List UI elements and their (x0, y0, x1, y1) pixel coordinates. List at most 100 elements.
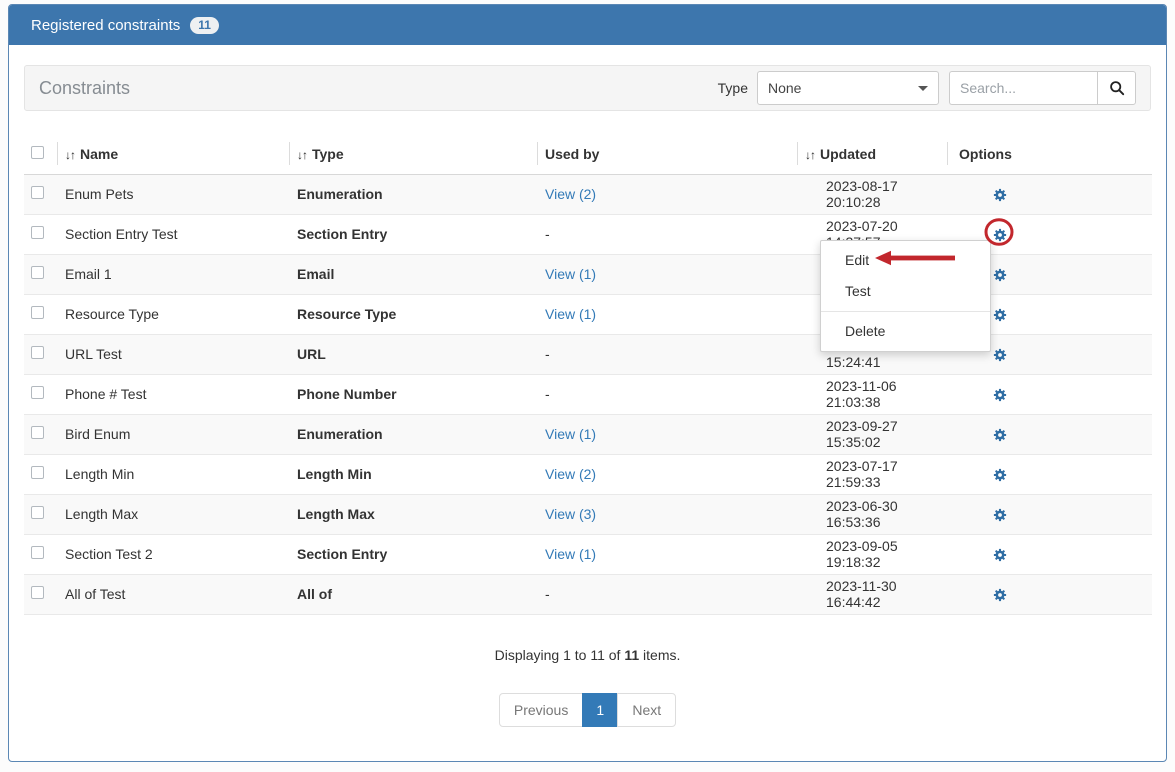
updated-timestamp: 2023-11-06 21:03:38 (797, 374, 947, 414)
menu-item-edit[interactable]: Edit (821, 245, 990, 276)
menu-item-delete[interactable]: Delete (821, 316, 990, 347)
current-page-button[interactable]: 1 (582, 693, 618, 727)
constraint-name: Section Entry Test (57, 214, 289, 254)
search-input[interactable] (949, 71, 1097, 105)
constraint-type: All of (289, 574, 537, 614)
row-checkbox[interactable] (31, 346, 44, 359)
header-checkbox-cell (24, 134, 57, 174)
gear-icon[interactable] (993, 388, 1007, 402)
constraint-name: Section Test 2 (57, 534, 289, 574)
column-label: Type (312, 146, 344, 162)
updated-timestamp: 2023-06-30 16:53:36 (797, 494, 947, 534)
filter-bar: Constraints Type None (24, 65, 1151, 111)
column-header-updated[interactable]: ↓↑ Updated (797, 134, 947, 174)
constraint-type: Enumeration (289, 414, 537, 454)
row-checkbox[interactable] (31, 466, 44, 479)
column-header-type[interactable]: ↓↑ Type (289, 134, 537, 174)
items-summary: Displaying 1 to 11 of 11 items. (9, 647, 1166, 663)
column-label: Options (959, 146, 1012, 162)
gear-icon[interactable] (993, 348, 1007, 362)
used-by-link[interactable]: View (1) (545, 266, 596, 282)
row-checkbox[interactable] (31, 386, 44, 399)
row-checkbox[interactable] (31, 546, 44, 559)
gear-icon[interactable] (993, 228, 1007, 242)
type-select-value: None (768, 80, 801, 96)
gear-icon[interactable] (993, 188, 1007, 202)
gear-icon[interactable] (993, 428, 1007, 442)
updated-timestamp: 2023-09-05 19:18:32 (797, 534, 947, 574)
chevron-down-icon (918, 86, 928, 91)
constraint-type: URL (289, 334, 537, 374)
used-by-link[interactable]: View (1) (545, 426, 596, 442)
options-context-menu: Edit Test Delete (820, 240, 991, 352)
table-row: Phone # Test Phone Number - 2023-11-06 2… (24, 374, 1152, 414)
summary-prefix: Displaying 1 to 11 of (495, 647, 625, 663)
constraint-name: All of Test (57, 574, 289, 614)
used-by-empty: - (545, 226, 550, 242)
constraint-type: Section Entry (289, 214, 537, 254)
used-by-link[interactable]: View (2) (545, 466, 596, 482)
constraint-name: Enum Pets (57, 174, 289, 214)
gear-icon[interactable] (993, 588, 1007, 602)
row-checkbox[interactable] (31, 586, 44, 599)
row-checkbox[interactable] (31, 266, 44, 279)
sort-icon[interactable]: ↓↑ (65, 148, 75, 162)
table-row: All of Test All of - 2023-11-30 16:44:42 (24, 574, 1152, 614)
panel-title: Constraints (39, 78, 130, 99)
page-title: Registered constraints (31, 17, 180, 34)
gear-icon[interactable] (993, 508, 1007, 522)
row-checkbox[interactable] (31, 426, 44, 439)
gear-icon[interactable] (993, 548, 1007, 562)
column-label: Name (80, 146, 118, 162)
table-row: Length Min Length Min View (2) 2023-07-1… (24, 454, 1152, 494)
used-by-link[interactable]: View (3) (545, 506, 596, 522)
sort-icon[interactable]: ↓↑ (297, 148, 307, 162)
table-row: Length Max Length Max View (3) 2023-06-3… (24, 494, 1152, 534)
sort-icon[interactable]: ↓↑ (805, 148, 815, 162)
constraint-type: Email (289, 254, 537, 294)
constraint-name: URL Test (57, 334, 289, 374)
menu-item-test[interactable]: Test (821, 276, 990, 307)
column-header-options: Options (947, 134, 1152, 174)
gear-icon[interactable] (993, 468, 1007, 482)
used-by-link[interactable]: View (1) (545, 306, 596, 322)
type-label: Type (718, 80, 748, 96)
constraint-name: Length Max (57, 494, 289, 534)
table-header-row: ↓↑ Name ↓↑ Type Used by ↓↑ Updated Options (24, 134, 1152, 174)
menu-divider (821, 311, 990, 312)
registered-constraints-card: Registered constraints 11 Constraints Ty… (8, 4, 1167, 762)
constraint-name: Bird Enum (57, 414, 289, 454)
constraint-name: Email 1 (57, 254, 289, 294)
column-label: Used by (545, 146, 599, 162)
column-label: Updated (820, 146, 876, 162)
table-row: Section Test 2 Section Entry View (1) 20… (24, 534, 1152, 574)
search-icon (1109, 80, 1125, 96)
count-badge: 11 (190, 17, 219, 34)
constraint-type: Phone Number (289, 374, 537, 414)
select-all-checkbox[interactable] (31, 146, 44, 159)
column-header-name[interactable]: ↓↑ Name (57, 134, 289, 174)
gear-icon[interactable] (993, 268, 1007, 282)
search-group (949, 71, 1136, 105)
gear-icon[interactable] (993, 308, 1007, 322)
type-select[interactable]: None (757, 71, 939, 105)
row-checkbox[interactable] (31, 186, 44, 199)
used-by-link[interactable]: View (1) (545, 546, 596, 562)
row-checkbox[interactable] (31, 226, 44, 239)
next-page-button[interactable]: Next (617, 693, 676, 727)
filter-controls: Type None (718, 71, 1136, 105)
pagination: Previous 1 Next (9, 693, 1166, 727)
row-checkbox[interactable] (31, 306, 44, 319)
used-by-empty: - (545, 386, 550, 402)
search-button[interactable] (1097, 71, 1136, 105)
constraint-type: Enumeration (289, 174, 537, 214)
row-checkbox[interactable] (31, 506, 44, 519)
used-by-empty: - (545, 586, 550, 602)
constraint-type: Section Entry (289, 534, 537, 574)
updated-timestamp: 2023-08-17 20:10:28 (797, 174, 947, 214)
constraint-type: Length Min (289, 454, 537, 494)
column-header-used-by: Used by (537, 134, 797, 174)
previous-page-button[interactable]: Previous (499, 693, 583, 727)
table-row: Bird Enum Enumeration View (1) 2023-09-2… (24, 414, 1152, 454)
used-by-link[interactable]: View (2) (545, 186, 596, 202)
